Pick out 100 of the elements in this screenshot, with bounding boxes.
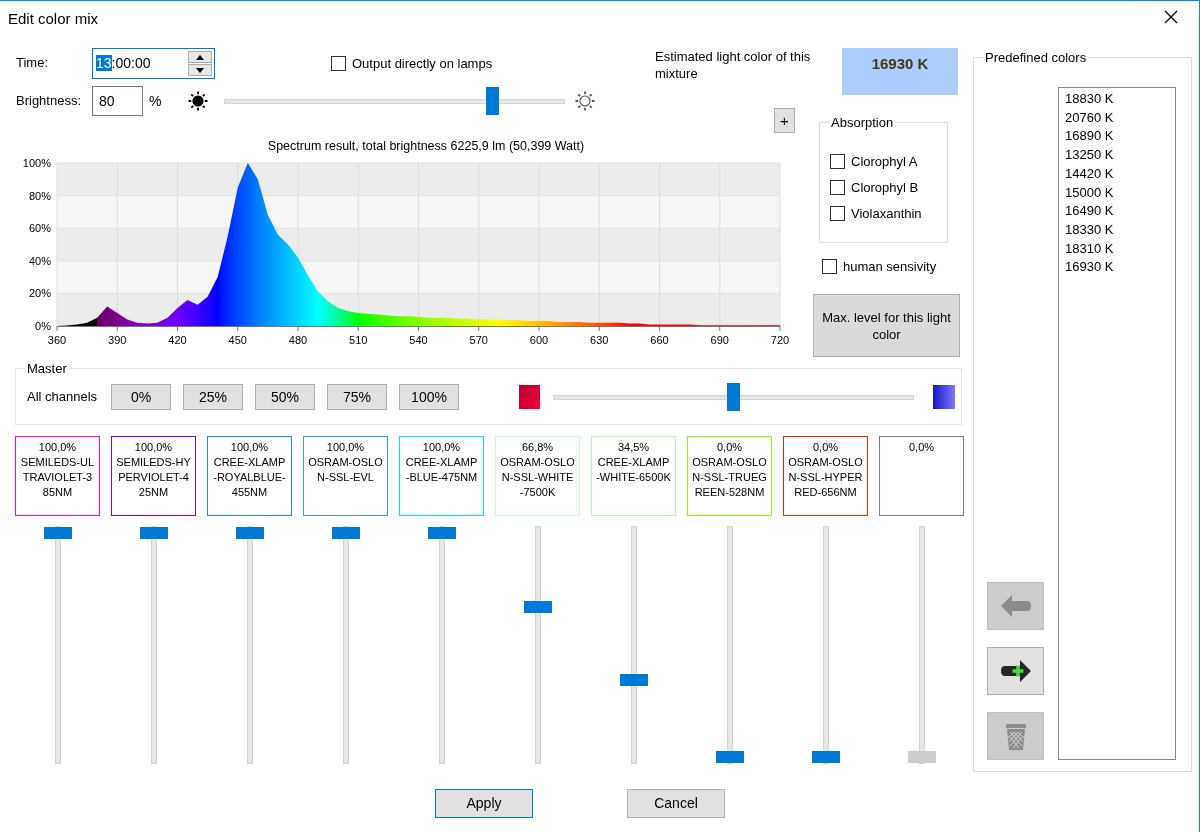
sun-outline-icon [575,91,596,111]
checkbox-label: Output directly on lamps [352,55,493,72]
slider-thumb[interactable] [486,87,500,115]
caret-down-icon [196,67,204,73]
tick-label: 450 [228,334,247,346]
preset-button[interactable]: 100% [399,384,459,410]
plus-button[interactable]: + [774,108,795,133]
slider-thumb[interactable] [715,751,744,763]
slider-thumb[interactable] [523,601,552,614]
slider-thumb[interactable] [619,673,648,686]
tick-label: 480 [288,334,308,346]
spin-up-button[interactable] [188,51,212,63]
tick-label: 360 [47,334,67,346]
list-item[interactable]: 18310 K [1065,239,1175,259]
arrow-left-icon [1000,595,1031,617]
max-level-button[interactable]: Max. level for this light color [813,294,960,357]
unit-label: % [149,91,162,111]
level-reading: 0,0% [811,440,840,455]
channel-name: OSRAM-OSLON-SSL-TRUEGREEN-528NM [692,455,767,500]
tick-label: 630 [590,334,609,346]
preset-button[interactable]: 50% [255,384,315,410]
preset-button[interactable]: 25% [183,384,243,410]
tick-label: 510 [349,334,368,346]
color-temperature-readout: 16930 K [842,48,958,95]
arrow-plus-icon [1000,659,1031,683]
caret-up-icon [196,54,204,60]
tick-label: 40% [28,254,51,267]
level-reading: 100,0% [37,440,78,455]
level-reading: 34,5% [616,440,651,455]
brightness-field[interactable]: 80 [92,86,143,116]
channel-name: SEMILEDS-HYPERVIOLET-425NM [116,455,191,500]
tick-label: 690 [710,334,729,346]
list-item[interactable]: 18830 K [1065,90,1175,109]
channel-name: CREE-XLAMP-BLUE-475NM [404,455,479,485]
window-title: Edit color mix [8,10,99,28]
channel-name: OSRAM-OSLON-SSL-HYPERRED-656NM [788,455,863,500]
slider-thumb[interactable] [331,527,360,539]
tick-label: 80% [28,189,51,202]
list-item[interactable]: 16890 K [1065,127,1175,147]
level-reading: 100,0% [229,440,270,455]
dialog-button[interactable]: Apply [435,789,533,818]
tick-label: 660 [650,334,669,346]
slider-thumb[interactable] [139,527,168,539]
slider-thumb[interactable] [43,527,72,539]
list-item[interactable]: 18330 K [1065,220,1175,240]
tick-label: 600 [529,334,549,346]
checkbox[interactable] [830,180,845,195]
checkbox-label: Violaxanthin [851,205,922,222]
slider-thumb[interactable] [235,527,264,539]
level-reading: 100,0% [421,440,462,455]
channels-label: All channels [27,388,99,406]
sun-icon [188,91,209,111]
preset-button[interactable]: 0% [111,384,171,410]
channel-name: OSRAM-OSLON-SSL-EVL [308,455,383,485]
color-list[interactable]: 18830 K 20760 K 16890 K 13250 K 14420 K 15000 K 16490 K 18330 K 18310 K 16930 K [1058,87,1176,760]
list-item[interactable]: 20760 K [1065,108,1175,128]
tick-label: 0% [35,320,51,332]
list-item[interactable]: 13250 K [1065,146,1175,165]
tick-label: 20% [28,287,51,300]
list-item[interactable]: 14420 K [1065,164,1175,184]
list-item[interactable]: 16930 K [1065,258,1175,278]
tick-label: 420 [168,334,187,346]
checkbox[interactable] [331,56,346,71]
checkbox[interactable] [830,206,845,221]
field-label: Brightness: [15,92,83,110]
estimate-label: Estimated light color of this mixture [655,48,812,82]
checkbox-label: Clorophyl A [851,153,918,170]
checkbox-label: Clorophyl B [851,179,919,196]
close-icon [1164,10,1178,24]
swatch-icon [519,385,540,409]
tick-label: 570 [469,334,488,346]
chart-title: Spectrum result, total brightness 6225,9 lm (50,399 Watt) [266,138,586,155]
list-item[interactable]: 15000 K [1065,183,1175,203]
time-field[interactable]: 13:00:00 [92,48,215,79]
checkbox[interactable] [830,154,845,169]
tick-label: 540 [409,334,428,346]
field-label: Time: [15,55,50,72]
level-reading: 66,8% [520,440,555,455]
level-reading: 0,0% [907,440,936,455]
channel-name: SEMILEDS-ULTRAVIOLET-385NM [20,455,95,500]
trash-icon [1003,722,1028,750]
tick-label: 100% [22,157,51,169]
channel-name: CREE-XLAMP-WHITE-6500K [596,455,671,485]
channel-name: OSRAM-OSLON-SSL-WHITE-7500K [500,455,575,500]
slider-thumb[interactable] [811,751,840,763]
checkbox[interactable] [822,259,837,274]
slider-thumb[interactable] [727,383,740,411]
level-reading: 0,0% [715,440,744,455]
dialog-button[interactable]: Cancel [627,789,725,818]
level-reading: 100,0% [325,440,366,455]
tick-label: 720 [770,334,790,346]
preset-button[interactable]: 75% [327,384,387,410]
tick-label: 390 [108,334,127,346]
tick-label: 60% [28,222,51,235]
swatch-icon [933,385,955,409]
slider-thumb[interactable] [427,527,456,539]
list-item[interactable]: 16490 K [1065,202,1175,221]
spin-down-button[interactable] [188,64,212,76]
add-button[interactable] [987,647,1044,695]
level-reading: 100,0% [133,440,174,455]
